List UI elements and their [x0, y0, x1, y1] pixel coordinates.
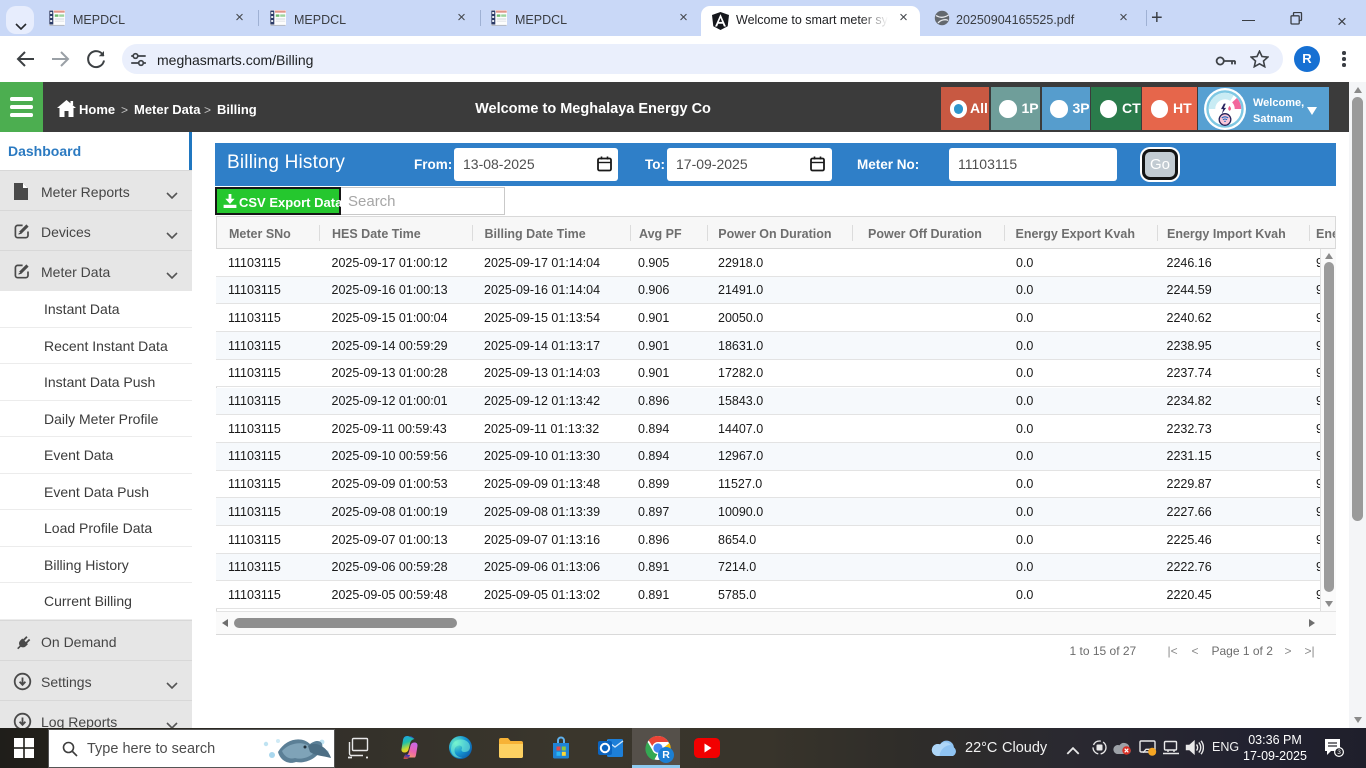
- svg-text:3: 3: [1337, 749, 1341, 756]
